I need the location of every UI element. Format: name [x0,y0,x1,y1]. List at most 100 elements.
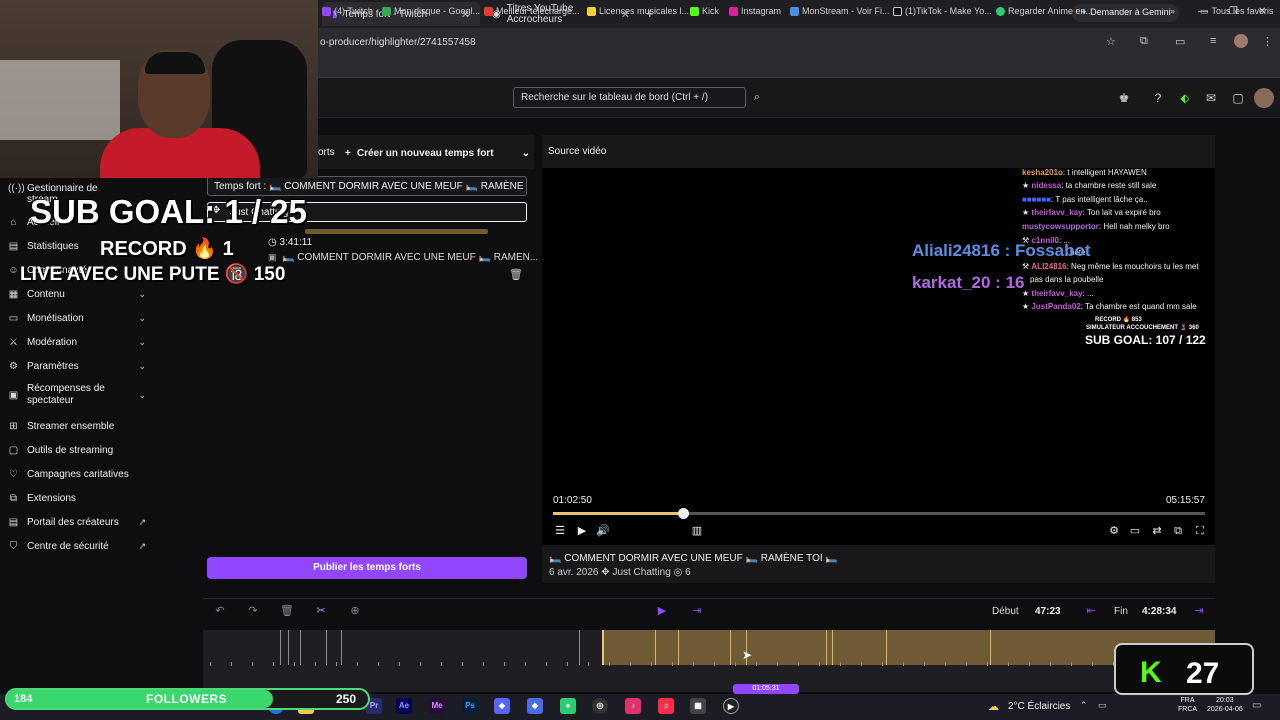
after-effects-icon[interactable]: Ae [396,698,412,714]
app-icon[interactable]: ● [560,698,576,714]
menu-lines-icon[interactable]: ≡ [1210,35,1216,47]
all-bookmarks[interactable]: ▭ Tous les favoris [1200,3,1274,19]
timeline-tick [483,662,484,666]
bookmark-anime[interactable]: Regarder Anime en... [996,3,1093,19]
waveform-icon[interactable]: ▥ [690,524,704,538]
chat-message: Ton lait va expiré bro [1086,208,1161,217]
tray-icon[interactable]: ▭ [1098,700,1107,711]
extensions-icon[interactable]: ⧉ [1140,35,1148,48]
sidebar-item-settings[interactable]: ⚙ Paramètres ⌄ [8,356,146,376]
app-grid-icon[interactable]: ▦ [690,698,706,714]
sidebar-item-safety[interactable]: ⛉ Centre de sécurité ↗ [8,536,146,556]
player-icon[interactable]: ▶ [723,698,739,714]
clock[interactable]: 20:03 2026-04-06 [1207,696,1243,714]
eye-icon: ◎ [673,567,683,578]
bookmark-instagram[interactable]: Instagram [729,3,781,19]
clip-icon[interactable]: ⇄ [1150,524,1164,538]
play-segment-icon[interactable]: ▶ [655,604,669,618]
sidebar-item-label: Paramètres [27,360,79,372]
sidebar-item-creator-portal[interactable]: ▤ Portail des créateurs ↗ [8,512,146,532]
sidebar-item-monetization[interactable]: ▭ Monétisation ⌄ [8,308,146,328]
create-highlight-button[interactable]: + Créer un nouveau temps fort ⌄ [345,143,530,163]
panel-header-label: orts [318,147,335,158]
sidebar-item-rewards[interactable]: ▣ Récompenses de spectateur ⌄ [8,382,146,408]
theater-icon[interactable]: ▭ [1128,524,1142,538]
more-icon[interactable]: ⋮ [1262,35,1273,48]
timeline-tick [315,662,316,666]
clip-duration-value: 3:41:11 [279,237,313,248]
undo-icon[interactable]: ↶ [213,604,227,618]
sidebar-item-charity[interactable]: ♡ Campagnes caritatives [8,464,146,484]
whispers-icon[interactable]: ▢ [1230,90,1246,106]
sidebar-item-tools[interactable]: ▢ Outils de streaming [8,440,146,460]
chapters-icon[interactable]: ☰ [553,524,567,538]
bookmarks-overflow-icon[interactable]: » [1170,3,1175,19]
weather-text[interactable]: 2°C Éclaircies [1008,701,1070,712]
user-avatar[interactable] [1254,88,1274,108]
search-icon[interactable]: ⌕ [747,87,767,108]
timeline-tick [777,662,778,666]
play-icon[interactable]: ▶ [575,524,589,538]
pip-icon[interactable]: ⧉ [1171,524,1185,538]
sidebar-item-extensions[interactable]: ⧉ Extensions [8,488,146,508]
set-end-icon[interactable]: ⇥ [1192,604,1206,618]
media-encoder-icon[interactable]: Me [429,698,445,714]
bookmark-kick[interactable]: Kick [690,3,719,19]
profile-avatar[interactable] [1234,34,1248,48]
kick-counter-box [1114,643,1254,695]
cast-icon[interactable]: ▭ [1175,35,1185,48]
help-icon[interactable]: ? [1150,90,1166,106]
bookmark-tiktok[interactable]: (1)TikTok - Make Yo... [893,3,992,19]
overlay-subgoal-video: SUB GOAL: 107 / 122 [1085,333,1206,347]
bookmark-label: (4) Twitch [334,6,373,16]
video-meta: 6 avr. 2026 ✥ Just Chatting ◎ 6 [549,567,691,578]
followers-current: 184 [14,693,33,705]
add-marker-icon[interactable]: ⊕ [348,604,362,618]
bookmark-label: Instagram [741,6,782,16]
chat-line: ★ theirfavv_kay: ... [1022,289,1094,298]
bookmark-licences[interactable]: Licences musicales l... [587,3,689,19]
timeline-scrubber[interactable]: 01:05:31 [733,684,799,694]
bookmark-monstream[interactable]: MonStream - Voir Fi... [790,3,890,19]
tray-chevron-icon[interactable]: ⌃ [1080,700,1088,711]
language-indicator[interactable]: FRA FRCA [1178,696,1197,714]
timeline-tick [798,662,799,666]
chart-icon: ▤ [8,240,19,252]
trash-icon[interactable]: 🗑 [509,268,523,281]
start-value[interactable]: 47:23 [1035,606,1061,617]
chat-line: ■■■■■■: T pas intelligent lâche ça.. [1022,195,1148,204]
settings-icon[interactable]: ⚙ [1107,524,1121,538]
sidebar-item-stream-together[interactable]: ⊞ Streamer ensemble [8,416,146,436]
tiktok-icon[interactable]: ♪ [625,698,641,714]
photoshop-icon[interactable]: Ps [462,698,478,714]
notifications-icon[interactable]: ▭ [1252,700,1261,711]
inbox-icon[interactable]: ✉ [1203,90,1219,106]
delete-icon[interactable]: 🗑 [280,604,294,618]
fullscreen-icon[interactable]: ⛶ [1193,524,1207,538]
set-start-icon[interactable]: ⇤ [1084,604,1098,618]
jump-icon[interactable]: ⇥ [690,604,704,618]
chat-line: mustycowsupportor: Hell nah melky bro [1022,222,1170,231]
volume-icon[interactable]: 🔊 [596,524,610,538]
cut-icon[interactable]: ✂ [314,604,328,618]
sidebar-item-label: Contenu [27,288,65,300]
music-icon[interactable]: ♫ [658,698,674,714]
bookmark-drive[interactable]: Mon disque - Googl... [382,3,480,19]
dashboard-search-input[interactable]: Recherche sur le tableau de bord (Ctrl +… [513,87,746,108]
bookmark-twitch[interactable]: (4) Twitch [322,3,373,19]
end-value[interactable]: 4:28:34 [1142,606,1176,617]
publish-highlights-button[interactable]: Publier les temps forts [207,557,527,579]
sidebar-item-label: Streamer ensemble [27,420,115,432]
discord-icon[interactable]: ◆ [494,698,510,714]
overlay-sub-alert: karkat_20 : 16 [912,273,1025,292]
url-field[interactable]: o-producer/highlighter/2741557458 [320,37,476,48]
sidebar-item-moderation[interactable]: ⚔ Modération ⌄ [8,332,146,352]
redo-icon[interactable]: ↷ [246,604,260,618]
shield-app-icon[interactable]: ◆ [527,698,543,714]
sidebar-item-content[interactable]: ▦ Contenu ⌄ [8,284,146,304]
bookmark-download[interactable]: Meilleur télécharge... [484,3,580,19]
star-icon[interactable]: ☆ [1106,35,1116,48]
obs-icon[interactable]: ◎ [592,698,608,714]
crown-icon[interactable]: ♚ [1116,90,1132,106]
extension-icon[interactable]: ⬖ [1177,90,1193,106]
